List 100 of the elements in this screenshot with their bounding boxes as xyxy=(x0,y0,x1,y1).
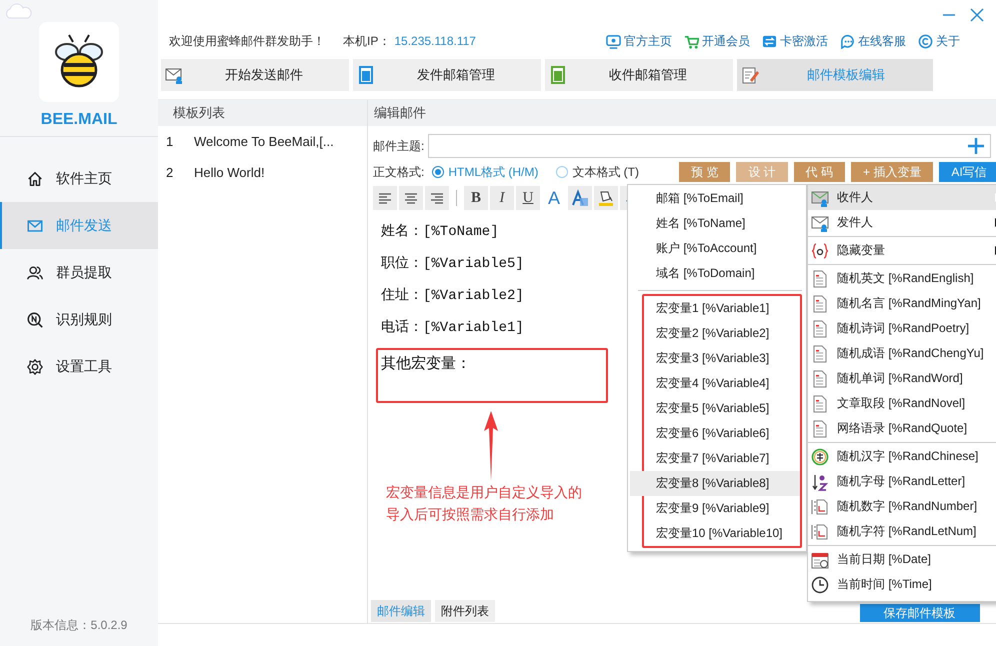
align-center-icon[interactable] xyxy=(399,186,423,210)
copyright-icon xyxy=(918,34,933,48)
nav-item[interactable]: 群员提取 xyxy=(0,249,158,296)
menu-item[interactable]: 域名 [%ToDomain] xyxy=(628,261,806,286)
align-left-icon[interactable] xyxy=(373,186,397,210)
menu-item[interactable]: 发件人 xyxy=(808,210,996,235)
menu-item[interactable]: 随机字符 [%RandLetNum] xyxy=(808,519,996,544)
annotation-text: 导入后可按照需求自行添加 xyxy=(386,505,554,524)
menu-item[interactable]: 随机成语 [%RandChengYu] xyxy=(808,341,996,366)
format-radio[interactable]: 文本格式 (T) xyxy=(556,164,639,180)
calendar-icon xyxy=(811,550,829,568)
menu-item[interactable]: 文章取段 [%RandNovel] xyxy=(808,391,996,416)
menu-item[interactable]: 随机字母 [%RandLetter] xyxy=(808,469,996,494)
ip-label: 本机IP： xyxy=(343,32,390,50)
paint-bucket-icon[interactable] xyxy=(594,186,618,210)
menu-item[interactable]: 宏变量4 [%Variable4] xyxy=(644,371,800,396)
menu-item[interactable]: 宏变量8 [%Variable8] xyxy=(630,471,800,496)
tab[interactable]: 开始发送邮件 xyxy=(161,59,349,91)
document-icon xyxy=(811,370,829,388)
document-icon xyxy=(811,498,829,516)
menu-item[interactable]: 收件人 xyxy=(808,185,996,210)
nav-item[interactable]: 识别规则 xyxy=(0,296,158,343)
row-number: 2 xyxy=(166,165,174,180)
people-icon xyxy=(26,264,44,282)
header-link[interactable]: 关于 xyxy=(918,32,960,50)
menu-item[interactable]: 宏变量10 [%Variable10] xyxy=(644,521,800,546)
subject-label: 邮件主题: xyxy=(373,138,424,154)
font-color-icon[interactable] xyxy=(568,186,592,210)
menu-item[interactable]: 宏变量6 [%Variable6] xyxy=(644,421,800,446)
chat-icon xyxy=(840,34,855,48)
format-button[interactable]: I xyxy=(490,186,514,210)
document-icon xyxy=(811,394,829,412)
template-name[interactable]: Welcome To BeeMail,[... xyxy=(194,134,334,149)
document-icon xyxy=(811,294,829,312)
home-icon xyxy=(26,170,44,188)
menu-item[interactable]: 随机英文 [%RandEnglish] xyxy=(808,266,996,291)
align-right-icon[interactable] xyxy=(425,186,449,210)
panel-header: 编辑邮件 xyxy=(368,100,996,126)
menu-item[interactable]: 姓名 [%ToName] xyxy=(628,211,806,236)
close-icon[interactable] xyxy=(970,8,984,22)
menu-item[interactable]: 邮箱 [%ToEmail] xyxy=(628,186,806,211)
body-text: 其他宏变量： xyxy=(381,356,471,373)
menu-item[interactable]: 随机诗词 [%RandPoetry] xyxy=(808,316,996,341)
menu-item[interactable]: 宏变量1 [%Variable1] xyxy=(644,296,800,321)
panel-header: 模板列表 xyxy=(158,100,367,126)
body-text: 职位：[%Variable5] xyxy=(381,256,524,272)
menu-item[interactable]: 账户 [%ToAccount] xyxy=(628,236,806,261)
format-button[interactable]: B xyxy=(464,186,488,210)
nav-item[interactable]: 软件主页 xyxy=(0,155,158,202)
menu-item[interactable]: 宏变量7 [%Variable7] xyxy=(644,446,800,471)
format-label: 正文格式: xyxy=(373,164,424,180)
header-link[interactable]: 卡密激活 xyxy=(762,32,828,50)
cart-icon xyxy=(684,34,699,48)
annotation-text: 宏变量信息是用户自定义导入的 xyxy=(386,483,582,502)
menu-item[interactable]: 随机单词 [%RandWord] xyxy=(808,366,996,391)
circle-icon xyxy=(811,448,829,466)
body-text: 电话：[%Variable1] xyxy=(381,320,524,336)
tab[interactable]: 发件邮箱管理 xyxy=(353,59,541,91)
bottom-tab[interactable]: 附件列表 xyxy=(435,600,495,622)
document-icon xyxy=(811,320,829,338)
header-link[interactable]: 开通会员 xyxy=(684,32,750,50)
brand-name: BEE.MAIL xyxy=(40,111,118,129)
menu-item[interactable]: 随机名言 [%RandMingYan] xyxy=(808,291,996,316)
menu-item[interactable]: 随机汉字 [%RandChinese] xyxy=(808,444,996,469)
body-text: 姓名：[%ToName] xyxy=(381,224,499,240)
clock-icon xyxy=(811,576,829,594)
menu-item[interactable]: 当前日期 [%Date] xyxy=(808,547,996,572)
document-icon xyxy=(357,66,375,84)
envelope-person-icon xyxy=(811,188,829,206)
format-button[interactable]: U xyxy=(516,186,540,210)
document-icon xyxy=(549,66,567,84)
document-icon xyxy=(811,522,829,540)
sort-icon xyxy=(811,472,829,490)
menu-item[interactable]: 宏变量9 [%Variable9] xyxy=(644,496,800,521)
envelope-person-icon xyxy=(165,66,183,84)
row-number: 1 xyxy=(166,134,174,149)
menu-item[interactable]: 随机数字 [%RandNumber] xyxy=(808,494,996,519)
menu-item[interactable]: 当前时间 [%Time] xyxy=(808,572,996,597)
nav-item[interactable]: 设置工具 xyxy=(0,343,158,390)
menu-item[interactable]: 网络语录 [%RandQuote] xyxy=(808,416,996,441)
document-icon xyxy=(811,344,829,362)
swap-icon xyxy=(762,34,777,48)
edit-document-icon xyxy=(741,66,759,84)
menu-item[interactable]: 宏变量5 [%Variable5] xyxy=(644,396,800,421)
menu-item[interactable]: 宏变量3 [%Variable3] xyxy=(644,346,800,371)
header-link[interactable]: 在线客服 xyxy=(840,32,906,50)
subject-field[interactable] xyxy=(428,134,991,158)
tab[interactable]: 收件邮箱管理 xyxy=(545,59,733,91)
menu-item[interactable]: 宏变量2 [%Variable2] xyxy=(644,321,800,346)
format-button[interactable]: A xyxy=(542,186,566,210)
plus-icon[interactable] xyxy=(966,137,985,155)
document-icon xyxy=(811,270,829,288)
menu-item[interactable]: 隐藏变量 xyxy=(808,238,996,263)
template-name[interactable]: Hello World! xyxy=(194,165,265,180)
header-link[interactable]: 官方主页 xyxy=(606,32,672,50)
monitor-icon xyxy=(606,34,621,48)
version-info: 版本信息：5.0.2.9 xyxy=(30,617,128,634)
document-icon xyxy=(811,420,829,438)
braces-icon xyxy=(811,242,829,260)
settings-icon xyxy=(26,358,44,376)
